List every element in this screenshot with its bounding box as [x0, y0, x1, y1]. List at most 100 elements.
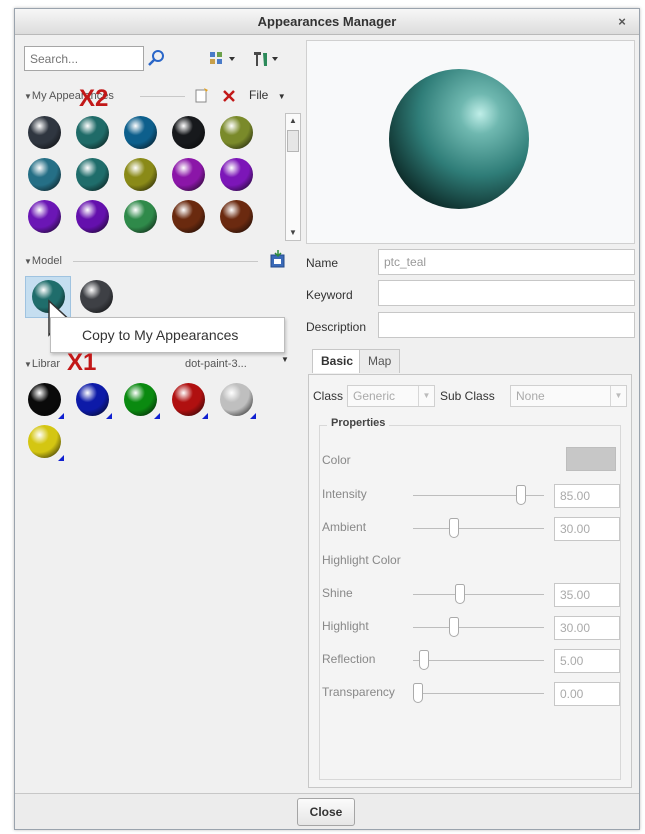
dialog-title: Appearances Manager	[257, 14, 397, 29]
library-appearance-swatch[interactable]	[172, 383, 205, 416]
library-appearance-swatch[interactable]	[28, 383, 61, 416]
library-dropdown-value: dot-paint-3...	[185, 358, 247, 370]
slider-handle-highlight[interactable]	[449, 617, 460, 637]
slider-track-transparency[interactable]	[413, 693, 544, 694]
class-select-value: Generic	[353, 389, 396, 403]
appearance-swatch[interactable]	[124, 158, 157, 191]
library-marker-icon	[250, 413, 256, 419]
slider-handle-ambient[interactable]	[449, 518, 460, 538]
class-select[interactable]: Generic ▼	[347, 385, 435, 407]
copy-tooltip: Copy to My Appearances	[50, 317, 285, 353]
subclass-select-value: None	[516, 389, 545, 403]
annotation-x2: X2	[79, 85, 109, 112]
library-dropdown-arrow-icon[interactable]: ▼	[281, 355, 289, 364]
section-divider	[73, 261, 258, 262]
value-field-ambient[interactable]: 30.00	[554, 517, 620, 541]
delete-icon[interactable]	[222, 89, 236, 103]
tools-icon[interactable]	[251, 49, 281, 69]
keyword-field[interactable]	[378, 280, 635, 306]
appearance-swatch[interactable]	[76, 200, 109, 233]
file-menu-label: File	[249, 88, 269, 102]
scroll-up-icon[interactable]: ▲	[286, 114, 300, 128]
slider-label-intensity: Intensity	[322, 487, 367, 501]
library-dropdown[interactable]: dot-paint-3...	[185, 357, 247, 371]
slider-track-highlight[interactable]	[413, 627, 544, 628]
slider-handle-intensity[interactable]	[515, 485, 526, 505]
close-button[interactable]: Close	[297, 798, 355, 826]
chevron-down-icon: ▼	[610, 386, 626, 406]
slider-label-ambient: Ambient	[322, 520, 367, 534]
appearance-swatch[interactable]	[172, 200, 205, 233]
scroll-down-icon[interactable]: ▼	[286, 226, 300, 240]
basic-tab-panel: Class Generic ▼ Sub Class None ▼ Propert…	[308, 374, 632, 788]
slider-handle-reflection[interactable]	[419, 650, 430, 670]
library-appearance-swatch[interactable]	[220, 383, 253, 416]
description-label: Description	[306, 320, 367, 334]
slider-handle-shine[interactable]	[455, 584, 466, 604]
tab-map[interactable]: Map	[359, 349, 401, 373]
file-menu[interactable]: File ▼	[249, 88, 286, 102]
palette-scrollbar[interactable]: ▲ ▼	[285, 113, 301, 241]
model-appearance-swatch[interactable]	[80, 280, 113, 313]
library-marker-icon	[58, 455, 64, 461]
dialog-close-icon[interactable]: ×	[613, 9, 631, 35]
library-appearance-swatch[interactable]	[76, 383, 109, 416]
library-header[interactable]: ▼Librar	[24, 357, 60, 372]
color-label: Color	[322, 453, 351, 467]
value-field-highlight[interactable]: 30.00	[554, 616, 620, 640]
dialog-titlebar: Appearances Manager ×	[15, 9, 639, 35]
library-label: Librar	[31, 358, 61, 370]
model-palette	[25, 276, 145, 318]
slider-label-transparency: Transparency	[322, 685, 395, 699]
appearance-swatch[interactable]	[220, 200, 253, 233]
model-label: Model	[31, 255, 62, 267]
appearance-preview	[306, 40, 635, 244]
appearance-swatch[interactable]	[124, 116, 157, 149]
new-appearance-icon[interactable]	[193, 87, 209, 103]
description-field[interactable]	[378, 312, 635, 338]
dialog-footer: Close	[15, 793, 639, 829]
library-marker-icon	[58, 413, 64, 419]
subclass-select[interactable]: None ▼	[510, 385, 627, 407]
tab-basic[interactable]: Basic	[312, 349, 363, 373]
search-icon[interactable]	[146, 48, 166, 68]
slider-track-ambient[interactable]	[413, 528, 544, 529]
appearance-swatch[interactable]	[76, 158, 109, 191]
value-field-transparency[interactable]: 0.00	[554, 682, 620, 706]
preview-sphere-icon	[389, 69, 529, 209]
appearance-swatch[interactable]	[220, 158, 253, 191]
library-appearance-swatch[interactable]	[124, 383, 157, 416]
appearance-swatch[interactable]	[124, 200, 157, 233]
appearance-swatch[interactable]	[76, 116, 109, 149]
scroll-thumb[interactable]	[287, 130, 299, 152]
view-options-icon[interactable]	[209, 51, 239, 67]
appearance-swatch[interactable]	[28, 158, 61, 191]
library-appearance-swatch[interactable]	[28, 425, 61, 458]
annotation-x1: X1	[67, 349, 97, 376]
appearance-swatch[interactable]	[220, 116, 253, 149]
name-label: Name	[306, 256, 339, 270]
my-appearances-palette	[25, 113, 285, 243]
class-label: Class	[313, 389, 344, 403]
chevron-down-icon: ▼	[418, 386, 434, 406]
search-input[interactable]	[24, 46, 144, 71]
name-field[interactable]: ptc_teal	[378, 249, 635, 275]
section-divider	[140, 96, 185, 97]
library-palette	[25, 381, 285, 471]
slider-label-shine: Shine	[322, 586, 353, 600]
color-swatch[interactable]	[566, 447, 616, 471]
value-field-intensity[interactable]: 85.00	[554, 484, 620, 508]
appearance-swatch[interactable]	[172, 116, 205, 149]
appearance-swatch[interactable]	[28, 200, 61, 233]
slider-handle-transparency[interactable]	[413, 683, 423, 703]
value-field-reflection[interactable]: 5.00	[554, 649, 620, 673]
appearance-swatch[interactable]	[172, 158, 205, 191]
appearance-swatch[interactable]	[28, 116, 61, 149]
save-model-appearance-icon[interactable]	[269, 250, 287, 268]
slider-track-shine[interactable]	[413, 594, 544, 595]
value-field-shine[interactable]: 35.00	[554, 583, 620, 607]
subclass-label: Sub Class	[440, 389, 495, 403]
slider-track-reflection[interactable]	[413, 660, 544, 661]
model-header[interactable]: ▼Model	[24, 254, 62, 269]
library-marker-icon	[154, 413, 160, 419]
